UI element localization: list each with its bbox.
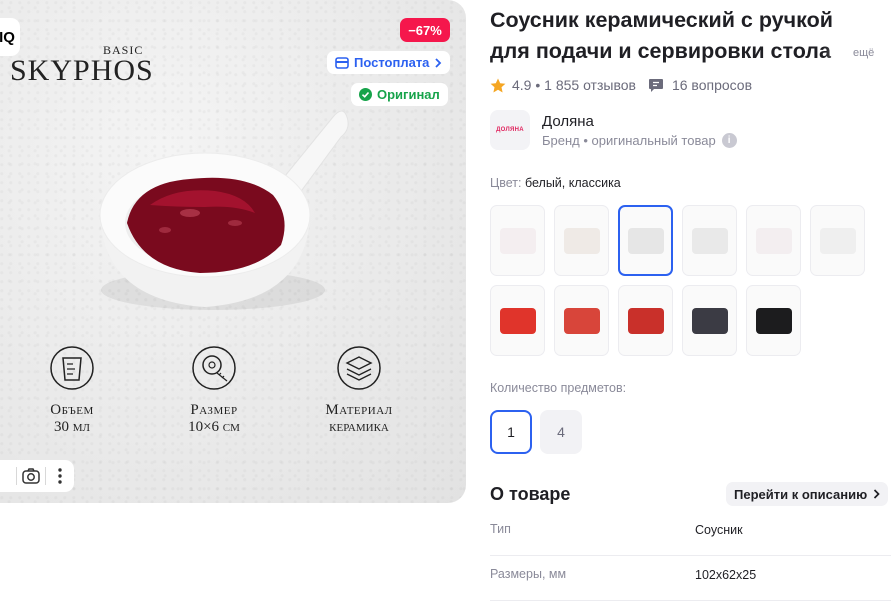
variant-image xyxy=(819,227,856,254)
feature-material-value: керамика xyxy=(329,419,389,435)
chevron-right-icon xyxy=(435,57,442,68)
feature-material: Материал керамика xyxy=(309,345,409,436)
quantity-option[interactable]: 4 xyxy=(540,410,582,454)
rating-row: 4.9 • 1 855 отзывов 16 вопросов xyxy=(490,77,752,93)
questions-link[interactable]: 16 вопросов xyxy=(672,77,752,93)
variant-thumb[interactable] xyxy=(682,285,737,356)
go-to-description-button[interactable]: Перейти к описанию xyxy=(726,482,889,506)
property-key: Тип xyxy=(490,522,511,536)
variant-image xyxy=(499,227,536,254)
brand-main-label: SKYPHOS xyxy=(10,54,154,87)
postpay-label: Постоплата xyxy=(354,55,430,70)
variant-image xyxy=(755,307,792,334)
variant-image xyxy=(627,227,664,254)
original-badge[interactable]: Оригинал xyxy=(351,83,448,106)
info-icon[interactable]: i xyxy=(721,132,737,148)
toolbar-extra-button[interactable] xyxy=(0,460,16,492)
product-title-line2-wrap: для подачи и сервировки стола ещё xyxy=(490,36,890,67)
go-to-description-label: Перейти к описанию xyxy=(734,486,868,502)
brand-logo: ДОЛЯНА xyxy=(490,110,530,150)
color-label-key: Цвет: xyxy=(490,176,522,190)
rating-value: 4.9 xyxy=(512,77,532,93)
feature-volume-label: Объем xyxy=(50,402,94,418)
variant-image xyxy=(627,307,664,334)
feature-size-value: 10×6 см xyxy=(188,419,240,435)
property-row: Тип Соусник xyxy=(490,512,891,556)
card-icon xyxy=(335,56,349,69)
product-page: IQ BASIC SKYPHOS −67% Постоплата Оригина… xyxy=(0,0,891,604)
check-circle-icon xyxy=(359,88,372,101)
tape-measure-icon xyxy=(192,346,236,390)
title-more-link[interactable]: ещё xyxy=(853,38,874,67)
product-title: Соусник керамический с ручкой для подачи… xyxy=(490,5,890,67)
product-photo-sauce-bowl xyxy=(99,110,349,310)
camera-button[interactable] xyxy=(17,460,45,492)
brand-info: Доляна Бренд • оригинальный товар i xyxy=(542,113,737,148)
variant-image xyxy=(563,307,600,334)
variant-thumb[interactable] xyxy=(490,285,545,356)
variant-image xyxy=(499,307,536,334)
color-label: Цвет: белый, классика xyxy=(490,176,621,190)
variant-thumb[interactable] xyxy=(554,285,609,356)
color-label-value: белый, классика xyxy=(524,176,621,190)
product-title-line2: для подачи и сервировки стола xyxy=(490,39,831,63)
feature-volume: Объем 30 мл xyxy=(22,345,122,436)
chevron-right-icon xyxy=(874,489,880,499)
brand-subtitle-text: Бренд • оригинальный товар xyxy=(542,132,716,148)
property-value: Соусник xyxy=(695,523,743,537)
gallery-toolbar xyxy=(0,460,74,492)
property-key: Размеры, мм xyxy=(490,567,567,581)
discount-badge: −67% xyxy=(400,18,450,42)
question-bubble-icon xyxy=(648,78,663,92)
property-row: Размеры, мм 102x62x25 xyxy=(490,557,891,601)
variant-thumb[interactable] xyxy=(682,205,737,276)
brand-subtitle: Бренд • оригинальный товар i xyxy=(542,132,737,148)
variant-image xyxy=(691,227,728,254)
variant-thumb[interactable] xyxy=(554,205,609,276)
rating-separator: • xyxy=(531,77,545,93)
variant-thumb[interactable] xyxy=(810,205,865,276)
product-title-line1: Соусник керамический с ручкой xyxy=(490,8,833,32)
layers-icon xyxy=(337,346,381,390)
variant-thumb[interactable] xyxy=(746,205,801,276)
camera-icon xyxy=(22,468,40,484)
feature-volume-value: 30 мл xyxy=(54,419,90,435)
brand-row[interactable]: ДОЛЯНА Доляна Бренд • оригинальный товар… xyxy=(490,110,737,150)
feature-size: Размер 10×6 см xyxy=(164,345,264,436)
star-icon xyxy=(490,78,506,92)
variant-thumb[interactable] xyxy=(618,285,673,356)
variant-image xyxy=(563,227,600,254)
property-value: 102x62x25 xyxy=(695,568,757,582)
measuring-cup-icon xyxy=(50,346,94,390)
feature-material-label: Материал xyxy=(325,402,393,418)
original-label: Оригинал xyxy=(377,87,440,102)
variant-thumb[interactable] xyxy=(490,205,545,276)
quantity-label: Количество предметов: xyxy=(490,381,627,395)
variant-image xyxy=(755,227,792,254)
product-gallery[interactable]: IQ BASIC SKYPHOS −67% Постоплата Оригина… xyxy=(0,0,466,503)
quantity-option-selected[interactable]: 1 xyxy=(490,410,532,454)
postpay-badge[interactable]: Постоплата xyxy=(327,51,451,74)
variant-image xyxy=(691,307,728,334)
store-logo-badge: IQ xyxy=(0,18,20,56)
more-vertical-icon xyxy=(58,468,62,484)
reviews-link[interactable]: 1 855 отзывов xyxy=(544,77,636,93)
variant-thumb[interactable] xyxy=(746,285,801,356)
store-logo-text: IQ xyxy=(0,28,15,46)
feature-size-label: Размер xyxy=(190,402,238,418)
variant-thumb-selected[interactable] xyxy=(618,205,673,276)
brand-name[interactable]: Доляна xyxy=(542,113,737,130)
about-section-title: О товаре xyxy=(490,484,571,504)
more-button[interactable] xyxy=(46,460,74,492)
